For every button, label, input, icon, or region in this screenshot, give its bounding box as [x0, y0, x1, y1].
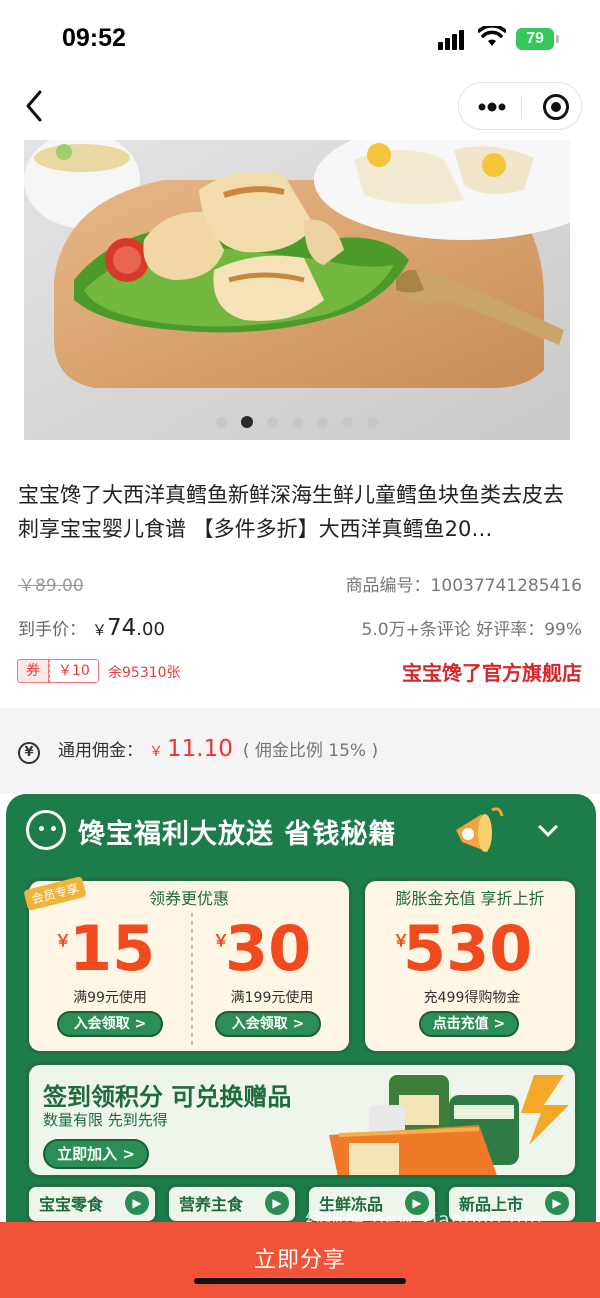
product-title: 宝宝馋了大西洋真鳕鱼新鲜深海生鲜儿童鳕鱼块鱼类去皮去刺享宝宝婴儿食谱 【多件多折… [18, 483, 564, 541]
signin-subtitle: 数量有限 先到先得 [43, 1111, 168, 1129]
signin-title: 签到领积分 可兑换赠品 [43, 1083, 292, 1111]
cod-fish-illustration [24, 140, 570, 440]
product-image[interactable] [24, 140, 570, 440]
more-dots-icon[interactable] [477, 95, 507, 119]
final-price-decimal: .00 [136, 619, 165, 640]
battery-icon: 79 [516, 28, 559, 50]
yen-circle-icon: ¥ [18, 742, 40, 764]
recharge-card: 膨胀金充值 享折上折 ￥ 530 充499得购物金 点击充值 > [362, 878, 578, 1054]
promo-banner[interactable]: 馋宝福利大放送 省钱秘籍 领券更优惠 会员专享 ￥ 15 满99元使用 入会领取… [6, 794, 596, 1224]
category-label: 宝宝零食 [39, 1195, 104, 1214]
carousel-dot[interactable] [292, 417, 303, 428]
recharge-condition: 充499得购物金 [423, 990, 521, 1006]
baby-face-icon [26, 810, 66, 850]
promo-title: 馋宝福利大放送 省钱秘籍 [78, 819, 397, 850]
category-staple-food[interactable]: 营养主食 ▶ [166, 1184, 298, 1224]
final-price-label: 到手价： [18, 620, 86, 640]
play-arrow-icon: ▶ [545, 1191, 569, 1215]
chevron-down-icon[interactable] [538, 817, 558, 837]
commission-row: ¥ 通用佣金： ￥ 11.10 ( 佣金比例 15% ) [18, 736, 378, 764]
coupon-divider [191, 913, 193, 1045]
category-label: 营养主食 [179, 1195, 244, 1214]
sku-number: 商品编号：10037741285416 [345, 576, 582, 596]
coupon-30-condition: 满199元使用 [230, 990, 314, 1006]
share-button-label: 立即分享 [253, 1248, 346, 1273]
carousel-dot[interactable] [216, 417, 227, 428]
gift-products-illustration [329, 1075, 569, 1175]
status-bar: 09:52 79 [0, 0, 600, 80]
share-button[interactable]: 立即分享 [0, 1222, 600, 1298]
recharge-button[interactable]: 点击充值 > [419, 1011, 519, 1037]
join-now-button[interactable]: 立即加入 > [43, 1139, 149, 1169]
commission-value: 11.10 [167, 736, 233, 762]
commission-rate: ( 佣金比例 15% ) [242, 741, 379, 761]
carousel-dot[interactable] [342, 417, 353, 428]
carousel-dot[interactable] [367, 417, 378, 428]
recharge-card-title: 膨胀金充值 享折上折 [395, 889, 545, 908]
carousel-dot-active[interactable] [241, 416, 253, 428]
signin-card[interactable]: 签到领积分 可兑换赠品 数量有限 先到先得 立即加入 > [26, 1062, 578, 1178]
status-time: 09:52 [62, 24, 126, 52]
home-indicator [194, 1278, 406, 1284]
signal-icon [438, 30, 468, 50]
target-icon[interactable] [543, 94, 569, 120]
megaphone-icon [456, 807, 504, 852]
review-summary: 5.0万+条评论 好评率：99% [361, 620, 582, 640]
coupon-tag: 券 [17, 659, 49, 683]
coupon-15-value: 15 [69, 912, 156, 985]
original-price: ￥89.00 [18, 576, 84, 596]
carousel-dot[interactable] [267, 417, 278, 428]
commission-label: 通用佣金： [58, 741, 143, 761]
capsule-divider [521, 95, 522, 119]
join-claim-button-15[interactable]: 入会领取 > [57, 1011, 163, 1037]
commission-currency: ￥ [149, 744, 163, 760]
play-arrow-icon: ▶ [125, 1191, 149, 1215]
join-claim-button-30[interactable]: 入会领取 > [215, 1011, 321, 1037]
coupon-amount: ￥10 [49, 659, 99, 683]
category-baby-snacks[interactable]: 宝宝零食 ▶ [26, 1184, 158, 1224]
final-price-currency: ￥ [92, 621, 108, 639]
carousel-dot[interactable] [317, 417, 328, 428]
wifi-icon [478, 26, 506, 46]
carousel-indicator [216, 413, 392, 428]
final-price: 到手价： ￥74.00 [18, 615, 165, 641]
coupon-card: 领券更优惠 会员专享 ￥ 15 满99元使用 入会领取 > ￥ 30 满199元… [23, 876, 352, 1054]
back-chevron-icon[interactable] [20, 86, 50, 126]
final-price-integer: 74 [107, 615, 137, 641]
recharge-value: 530 [403, 912, 533, 985]
mini-program-capsule [458, 82, 582, 130]
play-arrow-icon: ▶ [265, 1191, 289, 1215]
coupon-30-value: 30 [225, 912, 312, 985]
shop-name-link[interactable]: 宝宝馋了官方旗舰店 [402, 657, 582, 686]
coupon-remaining: 余95310张 [108, 665, 181, 681]
coupon-15-condition: 满99元使用 [73, 990, 147, 1006]
coupon-badge[interactable]: 券 ￥10 [17, 659, 99, 683]
